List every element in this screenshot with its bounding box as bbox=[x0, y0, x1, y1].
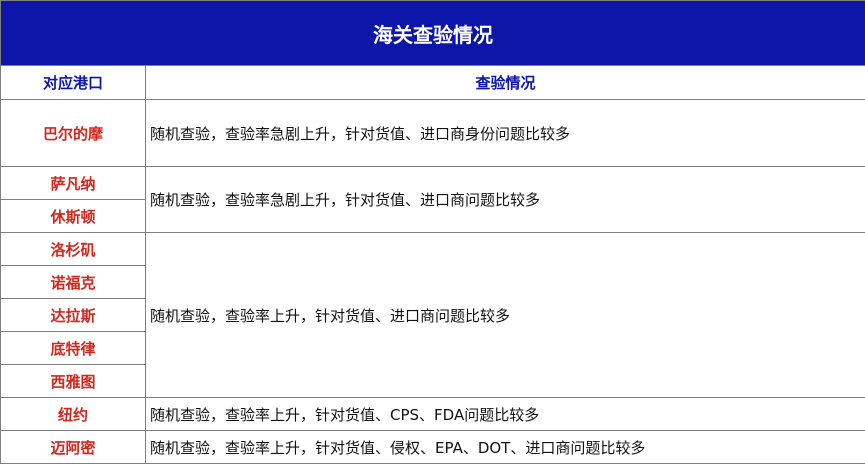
customs-inspection-table: 海关查验情况 对应港口 查验情况 巴尔的摩 随机查验，查验率急剧上升，针对货值、… bbox=[0, 0, 865, 464]
port-cell: 诺福克 bbox=[0, 265, 146, 299]
port-cell: 休斯顿 bbox=[0, 199, 146, 233]
port-cell: 纽约 bbox=[0, 397, 146, 431]
header-status: 查验情况 bbox=[145, 65, 865, 100]
port-cell: 西雅图 bbox=[0, 364, 146, 398]
status-cell: 随机查验，查验率急剧上升，针对货值、进口商身份问题比较多 bbox=[145, 99, 865, 167]
table-row: 洛杉矶 随机查验，查验率上升，针对货值、进口商问题比较多 bbox=[0, 232, 865, 398]
port-cell: 底特律 bbox=[0, 331, 146, 365]
title-row: 海关查验情况 bbox=[0, 0, 865, 66]
table-title: 海关查验情况 bbox=[0, 0, 865, 66]
table-row: 萨凡纳 随机查验，查验率急剧上升，针对货值、进口商问题比较多 bbox=[0, 166, 865, 233]
port-cell: 达拉斯 bbox=[0, 298, 146, 332]
status-cell: 随机查验，查验率上升，针对货值、侵权、EPA、DOT、进口商问题比较多 bbox=[145, 430, 865, 464]
port-cell: 巴尔的摩 bbox=[0, 99, 146, 167]
port-cell: 萨凡纳 bbox=[0, 166, 146, 200]
header-port: 对应港口 bbox=[0, 65, 146, 100]
table-row: 纽约 随机查验，查验率上升，针对货值、CPS、FDA问题比较多 bbox=[0, 397, 865, 431]
status-cell: 随机查验，查验率急剧上升，针对货值、进口商问题比较多 bbox=[145, 166, 865, 233]
status-cell: 随机查验，查验率上升，针对货值、CPS、FDA问题比较多 bbox=[145, 397, 865, 431]
header-row: 对应港口 查验情况 bbox=[0, 65, 865, 100]
table-row: 迈阿密 随机查验，查验率上升，针对货值、侵权、EPA、DOT、进口商问题比较多 bbox=[0, 430, 865, 464]
table-row: 巴尔的摩 随机查验，查验率急剧上升，针对货值、进口商身份问题比较多 bbox=[0, 99, 865, 167]
port-cell: 迈阿密 bbox=[0, 430, 146, 464]
status-cell: 随机查验，查验率上升，针对货值、进口商问题比较多 bbox=[145, 232, 865, 398]
port-cell: 洛杉矶 bbox=[0, 232, 146, 266]
